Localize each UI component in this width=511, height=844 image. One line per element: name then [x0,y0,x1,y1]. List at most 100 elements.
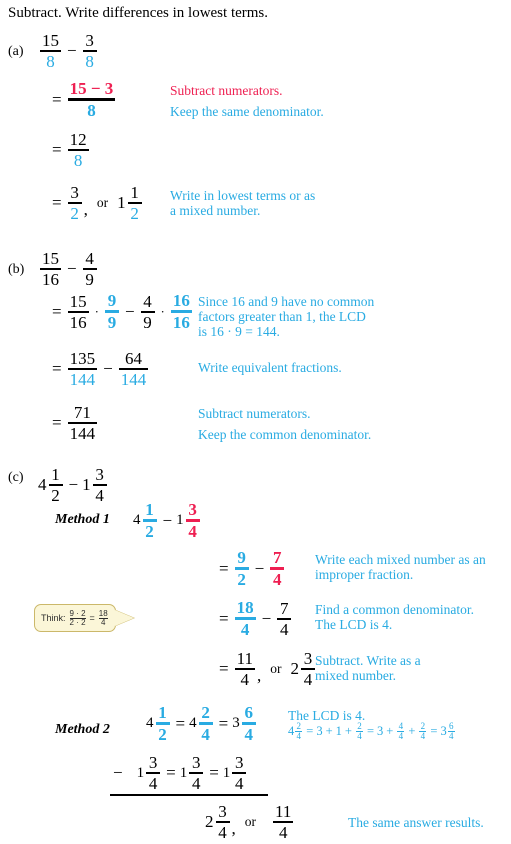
method-2-result-row: 2 3 4 , or 11 4 [205,803,295,841]
fraction-3-over-4: 3 4 [185,500,200,541]
fraction-2-over-4: 2 4 [198,704,213,744]
small-fraction-6-over-4: 6 4 [447,721,455,741]
part-b-annotation-6: Keep the common denominator. [198,427,372,442]
denominator: 4 [279,619,289,639]
numerator: 1 [130,183,139,202]
denominator: 8 [46,52,55,71]
part-a-annotation-3: Write in lowest terms or as [170,188,316,203]
denominator: 4 [272,570,282,589]
equals-sign: = [52,140,62,159]
part-b-annotation-2: factors greater than 1, the LCD [198,309,366,324]
method-2-title: Method 2 [55,722,110,737]
think-callout: Think: 9 · 2 2 · 2 = 18 4 [34,604,134,632]
mixed-whole-number: 4 [38,475,47,494]
method-2-minuend-row: 4 1 2 = 4 2 4 = 3 6 4 [146,704,258,743]
part-a-problem: 15 8 − 3 8 [38,32,99,70]
numerator: 15 [69,291,87,311]
part-a-annotation-1: Subtract numerators. [170,83,283,98]
think-fraction-1: 9 · 2 2 · 2 [69,608,86,627]
denominator: 2 [130,204,139,223]
part-a-step-1: = 15 − 3 8 [48,80,117,119]
denominator: 2 · 2 [69,617,86,627]
part-b-annotation-5: Subtract numerators. [198,406,311,421]
minus-operator: − [261,608,272,628]
part-b-step-3: = 71 144 [48,404,99,442]
small-fraction-2-over-4: 2 4 [355,721,363,741]
method-1-restatement: 4 1 2 − 1 3 4 [133,501,202,540]
denominator: 16 [69,312,87,332]
multiply-dot: · [160,303,165,319]
part-a-step-2: = 12 8 [48,131,91,169]
equals-sign: = [166,763,176,782]
numerator: 15 [42,31,59,50]
mixed-whole-number: 2 [205,812,214,831]
fraction-1-over-2: 1 2 [127,183,142,223]
numerator: 6 [448,721,454,731]
fraction-11-over-4: 11 4 [234,650,255,688]
fraction-1-over-2: 1 2 [142,501,157,540]
numerator: 3 [188,500,197,519]
denominator: 4 [278,823,288,842]
minus-operator: − [68,475,79,494]
denominator: 4 [303,670,313,689]
mixed-whole-number: 1 [176,512,184,528]
part-c-label: (c) [8,470,24,485]
equals-sign: = [219,558,229,578]
fraction-3-over-4: 3 4 [232,754,247,792]
denominator: 144 [69,370,96,389]
plus-sign: + [344,724,352,738]
fraction-7-over-4: 7 4 [277,598,292,639]
part-b-annotation-4: Write equivalent fractions. [198,360,342,375]
numerator: 11 [275,802,292,821]
part-b-problem: 15 16 − 4 9 [38,250,99,288]
numerator: 2 [357,721,362,731]
fraction-4-over-9: 4 9 [82,250,97,289]
denominator: 144 [69,424,96,443]
fraction-15-over-16: 15 16 [40,250,61,288]
numerator: 71 [73,403,91,422]
denominator: 4 [101,617,106,627]
equals-sign: = [219,608,229,628]
plus-sign: + [325,724,333,738]
numerator: 9 · 2 [69,608,86,618]
equals-sign: = [52,301,62,321]
denominator: 4 [240,620,250,639]
fraction-9-over-9: 9 9 [104,292,119,331]
fraction-135-over-144: 135 144 [67,350,98,389]
method-1-title: Method 1 [55,512,110,527]
term: 3 [377,724,384,738]
denominator: 4 [188,522,197,541]
minus-operator: − [67,259,77,278]
fraction-9-over-2: 9 2 [234,549,249,588]
fraction-15-over-8: 15 8 [40,32,61,70]
denominator: 4 [448,731,454,741]
denominator: 9 [85,270,94,289]
plus-sign: + [386,724,394,738]
fraction-3-over-4: 3 4 [146,754,161,792]
denominator: 4 [201,725,210,744]
fraction-3-over-8: 3 8 [82,32,97,70]
minus-operator: − [124,301,135,321]
callout-tail-icon [114,610,134,626]
equals-sign: = [52,193,62,212]
part-a-label: (a) [8,44,24,59]
method-2-result-note: The same answer results. [348,815,484,830]
numerator: 2 [420,721,426,731]
numerator: 6 [244,703,253,722]
fraction-18-over-4: 18 4 [234,599,256,639]
numerator: 15 [42,249,59,268]
method-1-annotation-4: The LCD is 4. [315,617,393,632]
numerator: 15 − 3 [69,79,114,98]
minus-operator: − [103,359,113,378]
numerator: 7 [279,598,289,618]
mixed-whole-number: 4 [189,715,197,731]
fraction-16-over-16: 16 16 [170,292,192,331]
fraction-7-over-4: 7 4 [270,549,285,589]
minus-operator: − [113,763,123,782]
equals-sign: = [89,613,95,623]
denominator: 4 [296,731,302,741]
comma: , [83,200,88,219]
part-c-problem: 4 1 2 − 1 3 4 [38,466,109,504]
denominator: 9 [143,312,152,332]
fraction-15-over-16: 15 16 [67,291,89,332]
